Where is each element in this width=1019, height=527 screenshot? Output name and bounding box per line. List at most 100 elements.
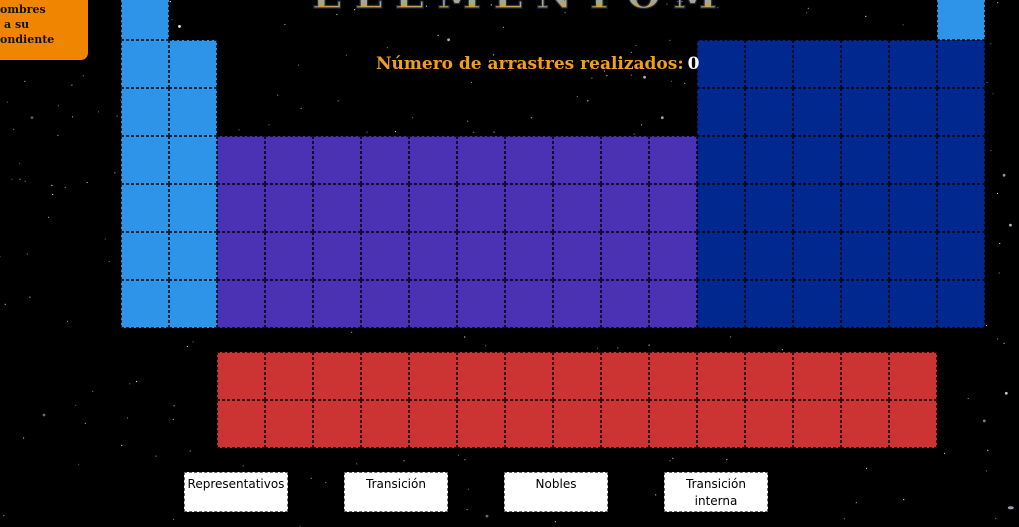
- element-cell[interactable]: [361, 232, 409, 280]
- element-cell[interactable]: [313, 352, 361, 400]
- element-cell[interactable]: [697, 352, 745, 400]
- element-cell[interactable]: [841, 88, 889, 136]
- element-cell[interactable]: [361, 136, 409, 184]
- element-cell[interactable]: [265, 352, 313, 400]
- element-cell[interactable]: [745, 400, 793, 448]
- element-cell[interactable]: [505, 352, 553, 400]
- element-cell[interactable]: [217, 352, 265, 400]
- dropzone-representativos[interactable]: Representativos: [184, 472, 288, 512]
- element-cell[interactable]: [601, 232, 649, 280]
- element-cell[interactable]: [505, 184, 553, 232]
- element-cell[interactable]: [601, 184, 649, 232]
- element-cell[interactable]: [697, 184, 745, 232]
- element-cell[interactable]: [313, 136, 361, 184]
- element-cell[interactable]: [937, 280, 985, 328]
- element-cell[interactable]: [889, 232, 937, 280]
- element-cell[interactable]: [265, 184, 313, 232]
- element-cell[interactable]: [217, 232, 265, 280]
- element-cell[interactable]: [457, 280, 505, 328]
- element-cell[interactable]: [121, 40, 169, 88]
- element-cell[interactable]: [745, 136, 793, 184]
- element-cell[interactable]: [745, 184, 793, 232]
- element-cell[interactable]: [793, 136, 841, 184]
- element-cell[interactable]: [793, 232, 841, 280]
- element-cell[interactable]: [841, 352, 889, 400]
- element-cell[interactable]: [553, 232, 601, 280]
- element-cell[interactable]: [937, 184, 985, 232]
- element-cell[interactable]: [313, 280, 361, 328]
- element-cell[interactable]: [361, 280, 409, 328]
- element-cell[interactable]: [697, 40, 745, 88]
- dropzone-transicion[interactable]: Transición: [344, 472, 448, 512]
- element-cell[interactable]: [169, 232, 217, 280]
- element-cell[interactable]: [169, 184, 217, 232]
- element-cell[interactable]: [889, 352, 937, 400]
- element-cell[interactable]: [505, 232, 553, 280]
- element-cell[interactable]: [505, 136, 553, 184]
- element-cell[interactable]: [553, 352, 601, 400]
- element-cell[interactable]: [217, 184, 265, 232]
- element-cell[interactable]: [409, 352, 457, 400]
- element-cell[interactable]: [553, 280, 601, 328]
- element-cell[interactable]: [409, 184, 457, 232]
- element-cell[interactable]: [121, 280, 169, 328]
- element-cell[interactable]: [265, 280, 313, 328]
- element-cell[interactable]: [121, 184, 169, 232]
- element-cell[interactable]: [745, 280, 793, 328]
- dropzone-transicion-interna[interactable]: Transición interna: [664, 472, 768, 512]
- element-cell[interactable]: [313, 400, 361, 448]
- element-cell[interactable]: [841, 232, 889, 280]
- element-cell[interactable]: [265, 136, 313, 184]
- element-cell[interactable]: [409, 400, 457, 448]
- element-cell[interactable]: [793, 184, 841, 232]
- element-cell[interactable]: [361, 184, 409, 232]
- element-cell[interactable]: [937, 0, 985, 40]
- element-cell[interactable]: [409, 136, 457, 184]
- element-cell[interactable]: [265, 400, 313, 448]
- element-cell[interactable]: [697, 88, 745, 136]
- element-cell[interactable]: [169, 88, 217, 136]
- element-cell[interactable]: [649, 184, 697, 232]
- element-cell[interactable]: [121, 136, 169, 184]
- element-cell[interactable]: [217, 400, 265, 448]
- element-cell[interactable]: [937, 232, 985, 280]
- element-cell[interactable]: [313, 184, 361, 232]
- element-cell[interactable]: [889, 40, 937, 88]
- element-cell[interactable]: [601, 352, 649, 400]
- element-cell[interactable]: [121, 0, 169, 40]
- element-cell[interactable]: [265, 232, 313, 280]
- element-cell[interactable]: [649, 400, 697, 448]
- element-cell[interactable]: [553, 136, 601, 184]
- element-cell[interactable]: [841, 400, 889, 448]
- element-cell[interactable]: [889, 280, 937, 328]
- element-cell[interactable]: [745, 352, 793, 400]
- element-cell[interactable]: [361, 400, 409, 448]
- element-cell[interactable]: [553, 184, 601, 232]
- element-cell[interactable]: [457, 352, 505, 400]
- element-cell[interactable]: [169, 136, 217, 184]
- element-cell[interactable]: [697, 400, 745, 448]
- element-cell[interactable]: [649, 280, 697, 328]
- element-cell[interactable]: [745, 232, 793, 280]
- element-cell[interactable]: [937, 88, 985, 136]
- element-cell[interactable]: [697, 280, 745, 328]
- element-cell[interactable]: [745, 88, 793, 136]
- element-cell[interactable]: [889, 136, 937, 184]
- element-cell[interactable]: [121, 88, 169, 136]
- element-cell[interactable]: [697, 136, 745, 184]
- element-cell[interactable]: [457, 184, 505, 232]
- element-cell[interactable]: [169, 280, 217, 328]
- element-cell[interactable]: [649, 232, 697, 280]
- element-cell[interactable]: [169, 40, 217, 88]
- element-cell[interactable]: [793, 400, 841, 448]
- element-cell[interactable]: [457, 400, 505, 448]
- element-cell[interactable]: [457, 136, 505, 184]
- element-cell[interactable]: [409, 232, 457, 280]
- element-cell[interactable]: [841, 280, 889, 328]
- element-cell[interactable]: [649, 352, 697, 400]
- element-cell[interactable]: [601, 400, 649, 448]
- element-cell[interactable]: [601, 280, 649, 328]
- element-cell[interactable]: [601, 136, 649, 184]
- element-cell[interactable]: [121, 232, 169, 280]
- element-cell[interactable]: [553, 400, 601, 448]
